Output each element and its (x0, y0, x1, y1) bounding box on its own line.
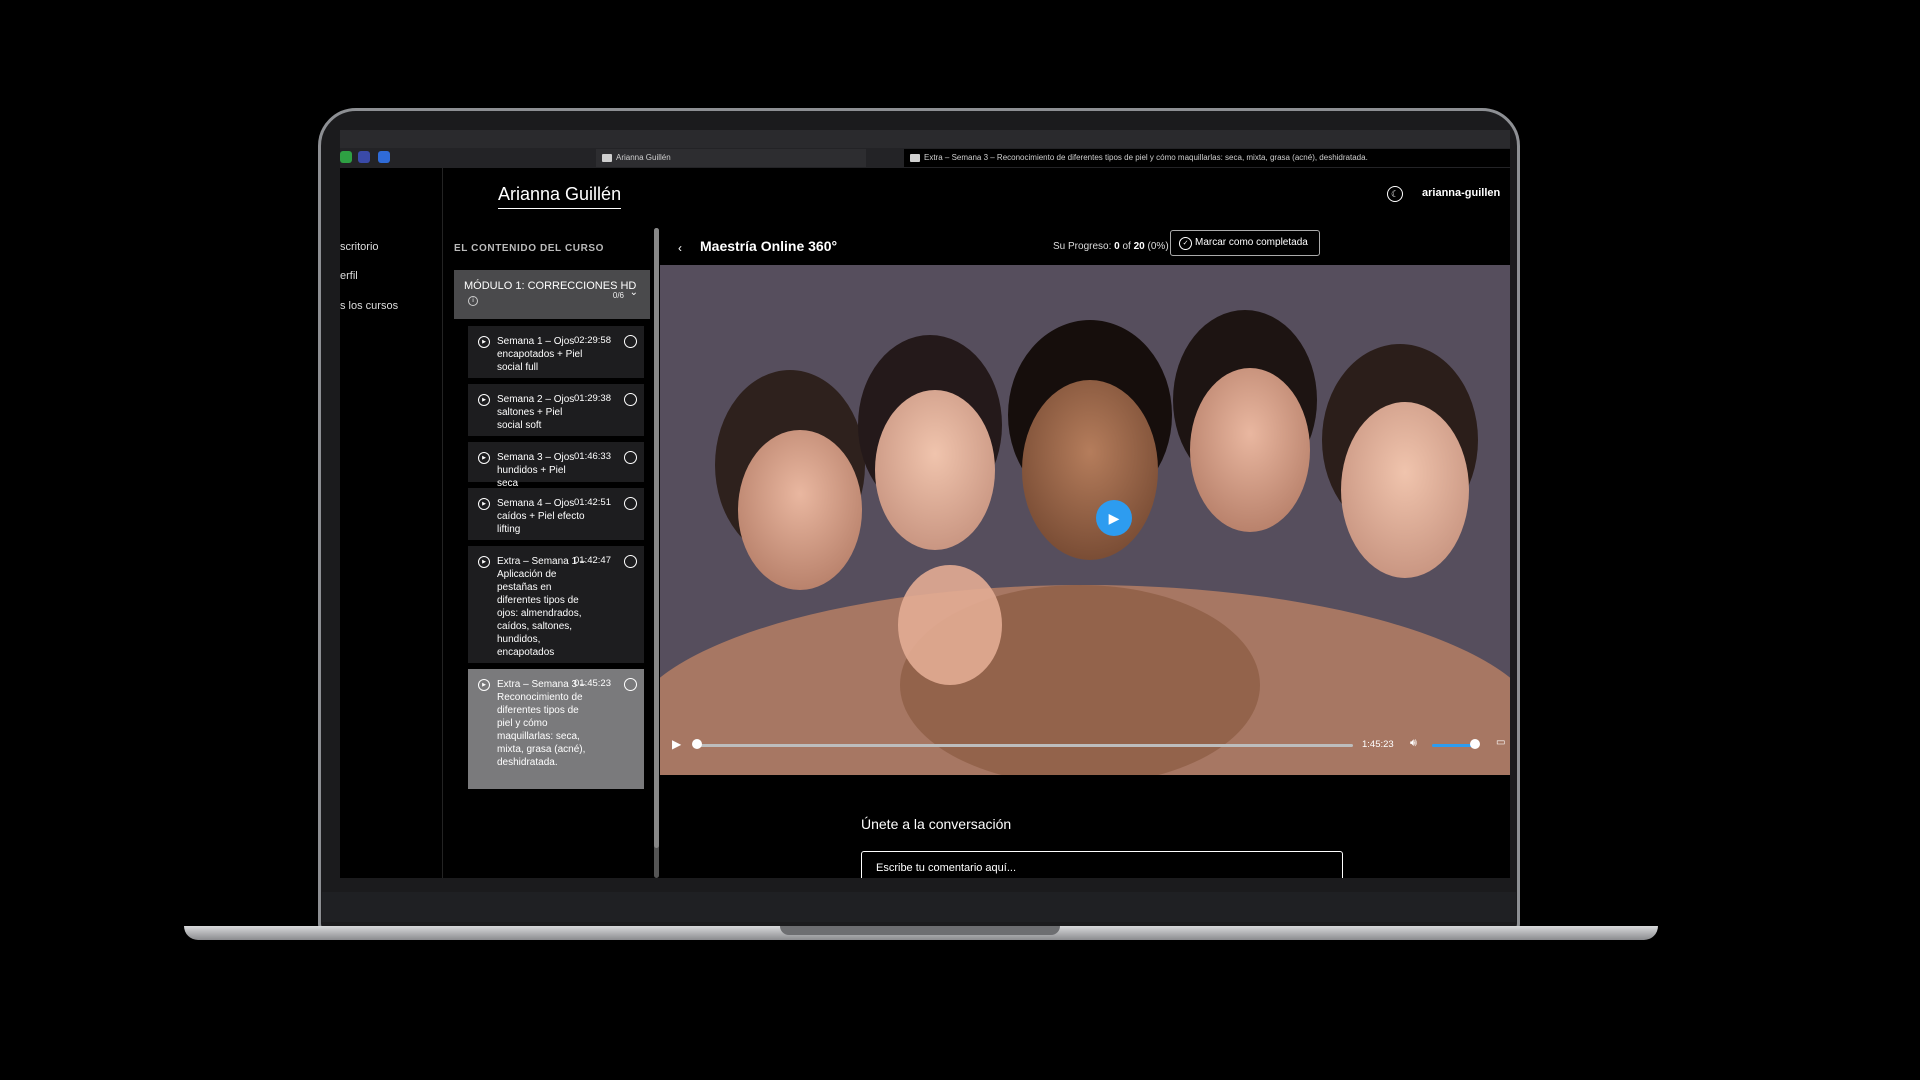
favicon-icon (910, 153, 920, 162)
play-circle-icon: ▶ (478, 498, 490, 510)
volume-handle[interactable] (1469, 739, 1480, 749)
play-circle-icon: ▶ (478, 556, 490, 568)
nav-item-escritorio[interactable]: scritorio (340, 241, 379, 253)
module-accordion[interactable]: MÓDULO 1: CORRECCIONES HD i 0/6 ⌄ (454, 270, 650, 319)
progress-total: 20 (1133, 241, 1145, 252)
nav-item-cursos[interactable]: s los cursos (340, 300, 398, 312)
mark-complete-button[interactable]: ✓ Marcar como completada (1170, 230, 1320, 256)
progress-text: Su Progreso: 0 of 20 (0%) (1053, 241, 1169, 252)
user-menu[interactable]: arianna-guillen (1422, 187, 1500, 199)
progress-percent: (0%) (1147, 241, 1169, 252)
lesson-item-active[interactable]: ▶ Extra – Semana 3 – Reconocimiento de d… (468, 669, 644, 789)
play-circle-icon: ▶ (478, 394, 490, 406)
progress-done: 0 (1114, 241, 1120, 252)
lesson-item[interactable]: ▶ Semana 4 – Ojos caídos + Piel efecto l… (468, 488, 644, 540)
video-seek-bar[interactable] (698, 744, 1353, 747)
chevron-down-icon[interactable]: ⌄ (630, 285, 638, 300)
check-circle-icon: ✓ (1179, 237, 1192, 250)
progress-of: of (1122, 241, 1131, 252)
lesson-duration: 01:46:33 (574, 451, 611, 462)
video-time: 1:45:23 (1362, 739, 1394, 750)
left-navigation: scritorio erfil s los cursos (340, 168, 443, 878)
play-circle-icon: ▶ (478, 452, 490, 464)
lesson-duration: 01:29:38 (574, 393, 611, 404)
video-player[interactable]: ▶ ▶ 1:45:23 🔊︎ ▭ (660, 265, 1510, 775)
browser-tab-strip: Arianna Guillén Extra – Semana 3 – Recon… (340, 148, 1510, 168)
tab-label: Extra – Semana 3 – Reconocimiento de dif… (924, 153, 1368, 162)
completion-circle-icon[interactable] (624, 555, 637, 568)
conversation-title: Únete a la conversación (861, 816, 1012, 832)
chevron-left-icon[interactable]: ‹ (678, 241, 682, 255)
browser-tab[interactable]: Arianna Guillén (596, 149, 866, 167)
lesson-item[interactable]: ▶ Semana 1 – Ojos encapotados + Piel soc… (468, 326, 644, 378)
lesson-duration: 01:42:51 (574, 497, 611, 508)
lesson-item[interactable]: ▶ Extra – Semana 1 – Aplicación de pesta… (468, 546, 644, 663)
browser-tab-active[interactable]: Extra – Semana 3 – Reconocimiento de dif… (904, 149, 1510, 167)
video-frame-image (660, 265, 1510, 775)
site-logo[interactable]: Arianna Guillén (498, 184, 622, 209)
extension-icon[interactable] (340, 151, 352, 163)
comment-input[interactable]: Escribe tu comentario aquí... (861, 851, 1343, 878)
lesson-item[interactable]: ▶ Semana 3 – Ojos hundidos + Piel seca 0… (468, 442, 644, 489)
volume-icon[interactable]: 🔊︎ (1410, 737, 1417, 750)
captions-icon[interactable]: ▭ (1496, 737, 1505, 748)
play-circle-icon: ▶ (478, 679, 490, 691)
play-button[interactable]: ▶ (1096, 500, 1132, 536)
play-icon[interactable]: ▶ (672, 737, 681, 751)
volume-slider[interactable] (1432, 744, 1475, 747)
completion-circle-icon[interactable] (624, 393, 637, 406)
completion-circle-icon[interactable] (624, 497, 637, 510)
course-title: Maestría Online 360° (700, 238, 838, 254)
completion-circle-icon[interactable] (624, 451, 637, 464)
nav-item-perfil[interactable]: erfil (340, 270, 358, 282)
sidebar-scrollbar[interactable] (654, 228, 659, 878)
play-circle-icon: ▶ (478, 336, 490, 348)
browser-address-bar (340, 130, 1510, 148)
sidebar-title: EL CONTENIDO DEL CURSO (454, 243, 605, 254)
laptop-notch (780, 926, 1060, 935)
lesson-title: Extra – Semana 3 – Reconocimiento de dif… (497, 679, 586, 768)
info-icon[interactable]: i (468, 296, 478, 307)
lesson-duration: 01:45:23 (574, 678, 611, 689)
completion-circle-icon[interactable] (624, 678, 637, 691)
progress-label: Su Progreso: (1053, 241, 1112, 252)
page: scritorio erfil s los cursos Arianna Gui… (340, 168, 1510, 878)
module-title: MÓDULO 1: CORRECCIONES HD (464, 280, 637, 292)
lesson-duration: 01:42:47 (574, 555, 611, 566)
mark-complete-label: Marcar como completada (1195, 237, 1308, 248)
seek-handle[interactable] (692, 739, 702, 749)
extension-icon[interactable] (358, 151, 370, 163)
lesson-duration: 02:29:58 (574, 335, 611, 346)
favicon-icon (602, 153, 612, 162)
moon-icon[interactable]: ☾ (1387, 186, 1403, 202)
tab-label: Arianna Guillén (616, 153, 671, 162)
scrollbar-thumb[interactable] (654, 228, 659, 848)
shield-icon[interactable] (378, 151, 390, 163)
completion-circle-icon[interactable] (624, 335, 637, 348)
screen-bottom-bezel (322, 892, 1516, 922)
lesson-title: Extra – Semana 1 – Aplicación de pestaña… (497, 556, 586, 658)
laptop-screen: Arianna Guillén Extra – Semana 3 – Recon… (340, 130, 1510, 878)
lesson-item[interactable]: ▶ Semana 2 – Ojos saltones + Piel social… (468, 384, 644, 436)
course-content-sidebar: EL CONTENIDO DEL CURSO MÓDULO 1: CORRECC… (454, 233, 650, 878)
module-count: 0/6 (612, 291, 624, 300)
